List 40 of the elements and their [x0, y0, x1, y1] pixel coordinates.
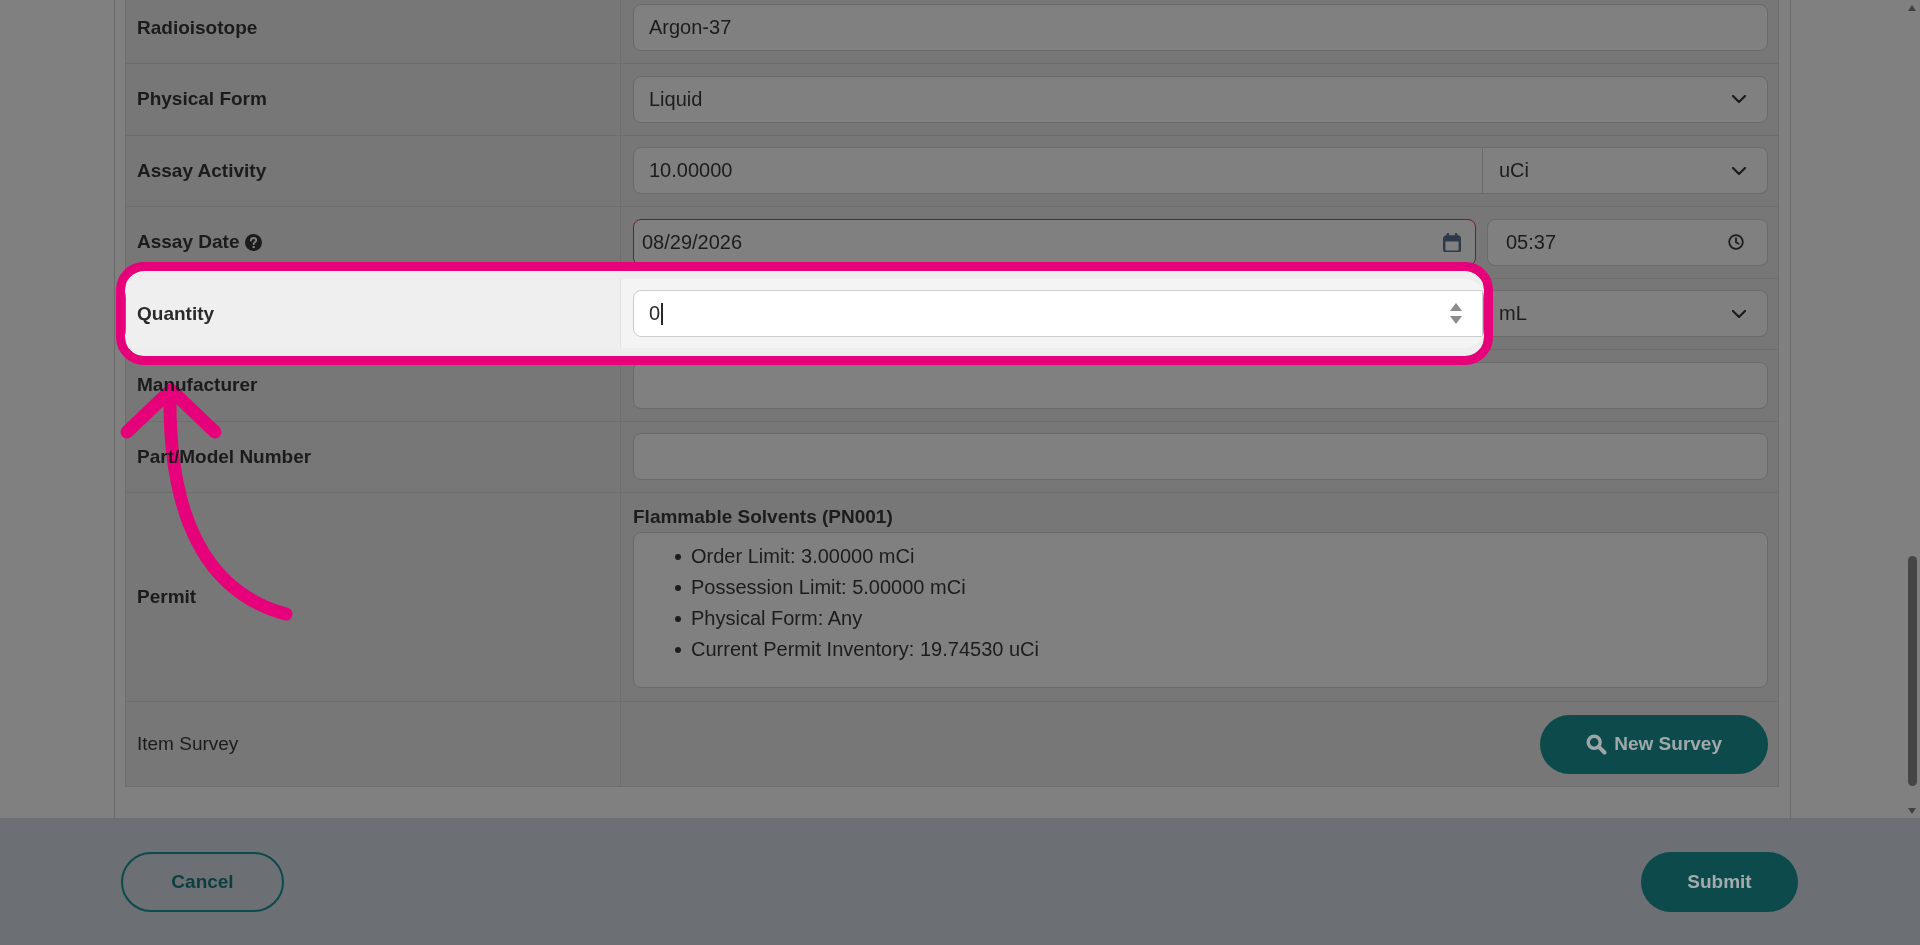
unit-select[interactable]: mL [1483, 290, 1768, 338]
field-label: Physical Form [137, 88, 267, 111]
scroll-up-icon [1908, 5, 1916, 11]
text-cursor-icon [661, 302, 663, 325]
field-label: Item Survey [137, 733, 239, 755]
permit-title: Flammable Solvents (PN001) [633, 506, 894, 528]
permit-detail: Order Limit: 3.00000 mCi [691, 545, 915, 568]
permit-detail: Physical Form: Any [691, 607, 863, 630]
select-field[interactable]: Liquid [633, 75, 1768, 123]
field-label: Permit [137, 586, 197, 608]
number-field[interactable]: 0 [633, 290, 1483, 338]
field-label: Assay Activity [137, 159, 267, 182]
time-field[interactable]: 05:37 [1487, 218, 1768, 266]
permit-detail: Possession Limit: 5.00000 mCi [691, 576, 966, 599]
search-icon [1586, 733, 1608, 755]
scrollbar-thumb[interactable] [1907, 556, 1917, 786]
text-field[interactable] [633, 361, 1768, 409]
bullet-icon [675, 615, 681, 622]
field-label: Radioisotope [137, 16, 258, 39]
chevron-down-icon [1732, 95, 1746, 104]
chevron-down-icon [1732, 309, 1746, 318]
permit-detail: Current Permit Inventory: 19.74530 uCi [691, 638, 1039, 661]
scroll-down-icon [1908, 808, 1916, 814]
submit-button[interactable]: Submit [1641, 851, 1798, 912]
cancel-button[interactable]: Cancel [121, 851, 284, 912]
bullet-icon [675, 553, 681, 560]
field-label: Manufacturer [137, 374, 258, 397]
calendar-icon [1443, 232, 1461, 252]
clock-icon [1728, 234, 1744, 251]
date-field[interactable]: 08/29/2026 [633, 218, 1476, 266]
new-survey-button[interactable]: New Survey [1540, 714, 1768, 774]
field-label: Quantity [137, 302, 215, 325]
unit-select[interactable]: uCi [1483, 147, 1768, 195]
text-field[interactable]: Argon-37 [633, 4, 1768, 52]
bullet-icon [675, 646, 681, 653]
spinner-icon [1450, 303, 1462, 325]
field-label: Assay Date [137, 231, 240, 254]
chevron-down-icon [1732, 166, 1746, 175]
number-field[interactable]: 10.00000 [633, 147, 1483, 195]
bullet-icon [675, 584, 681, 591]
